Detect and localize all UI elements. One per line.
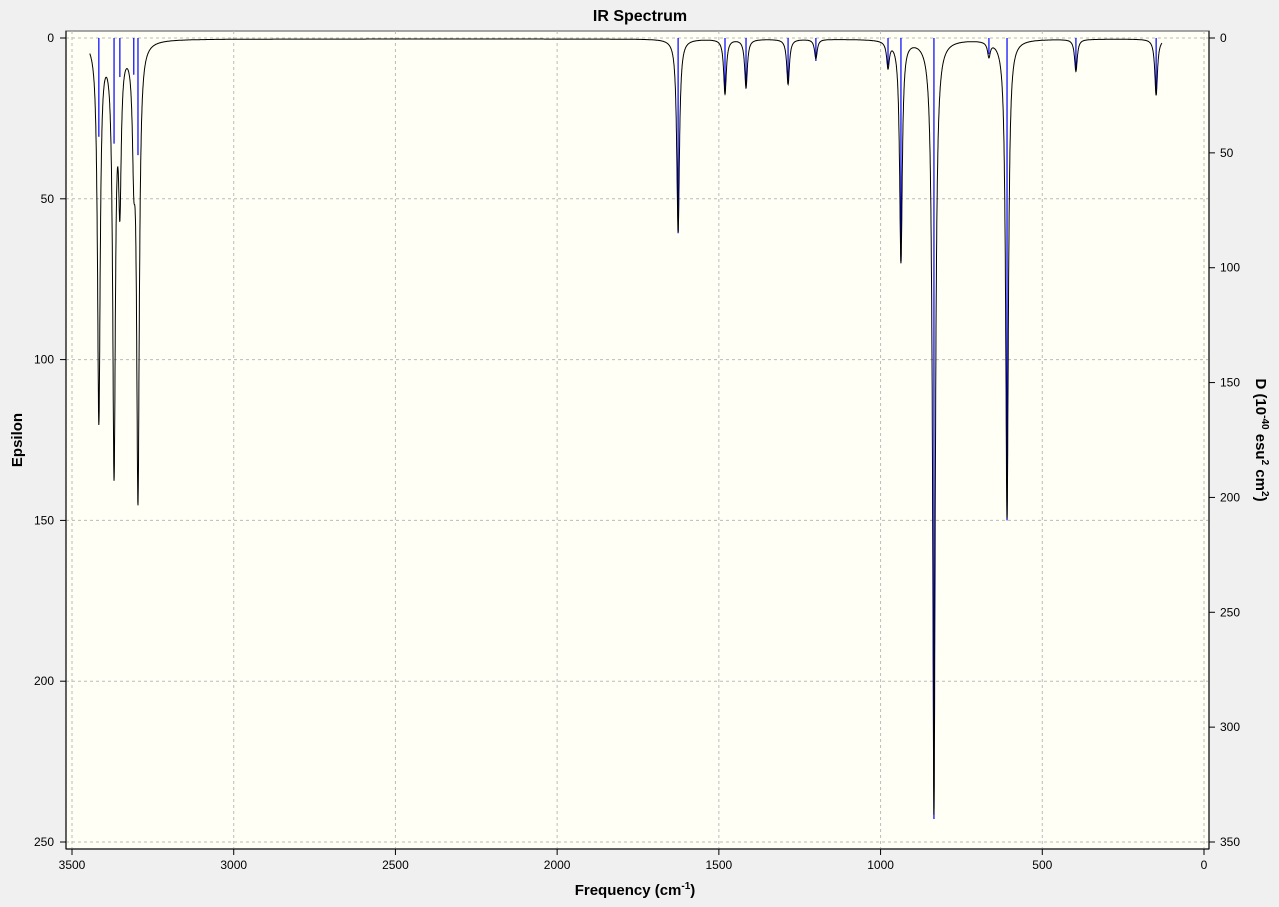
y-tick-label: 250: [34, 835, 54, 849]
y-tick-label: 150: [34, 513, 54, 527]
x-axis: 3500 3000 2500 2000 1500 1000 500 0: [59, 848, 1209, 872]
x-tick-label: 0: [1201, 858, 1208, 872]
y-axis-right: 0 50 100 150 200 250 300 350: [1208, 31, 1240, 849]
y-tick-label: 200: [34, 674, 54, 688]
y2-tick-label: 300: [1220, 720, 1240, 734]
y2-tick-label: 200: [1220, 490, 1240, 504]
x-tick-label: 2000: [544, 858, 571, 872]
y-axis-left: 0 50 100 150 200 250: [34, 31, 67, 849]
plot-area: [65, 30, 1210, 850]
ir-spectrum-chart: IR Spectrum 3500 3000 2500 2000 1500 1000 500 0…: [9, 8, 1270, 899]
x-tick-label: 500: [1032, 858, 1052, 872]
x-axis-label: Frequency (cm-1): [575, 881, 696, 899]
x-tick-label: 1000: [867, 858, 894, 872]
x-tick-label: 3000: [220, 858, 247, 872]
y2-tick-label: 350: [1220, 835, 1240, 849]
y2-axis-label: D (10-40 esu2 cm2): [1252, 378, 1270, 501]
x-tick-label: 3500: [59, 858, 86, 872]
x-tick-label: 1500: [706, 858, 733, 872]
y-tick-label: 0: [47, 31, 54, 45]
y2-tick-label: 150: [1220, 376, 1240, 390]
y2-tick-label: 100: [1220, 261, 1240, 275]
y-tick-label: 100: [34, 353, 54, 367]
y-axis-label: Epsilon: [9, 413, 26, 467]
y-tick-label: 50: [41, 192, 55, 206]
y2-tick-label: 50: [1220, 146, 1234, 160]
x-tick-label: 2500: [382, 858, 409, 872]
y2-tick-label: 0: [1220, 31, 1227, 45]
y2-tick-label: 250: [1220, 605, 1240, 619]
chart-title: IR Spectrum: [593, 8, 687, 25]
